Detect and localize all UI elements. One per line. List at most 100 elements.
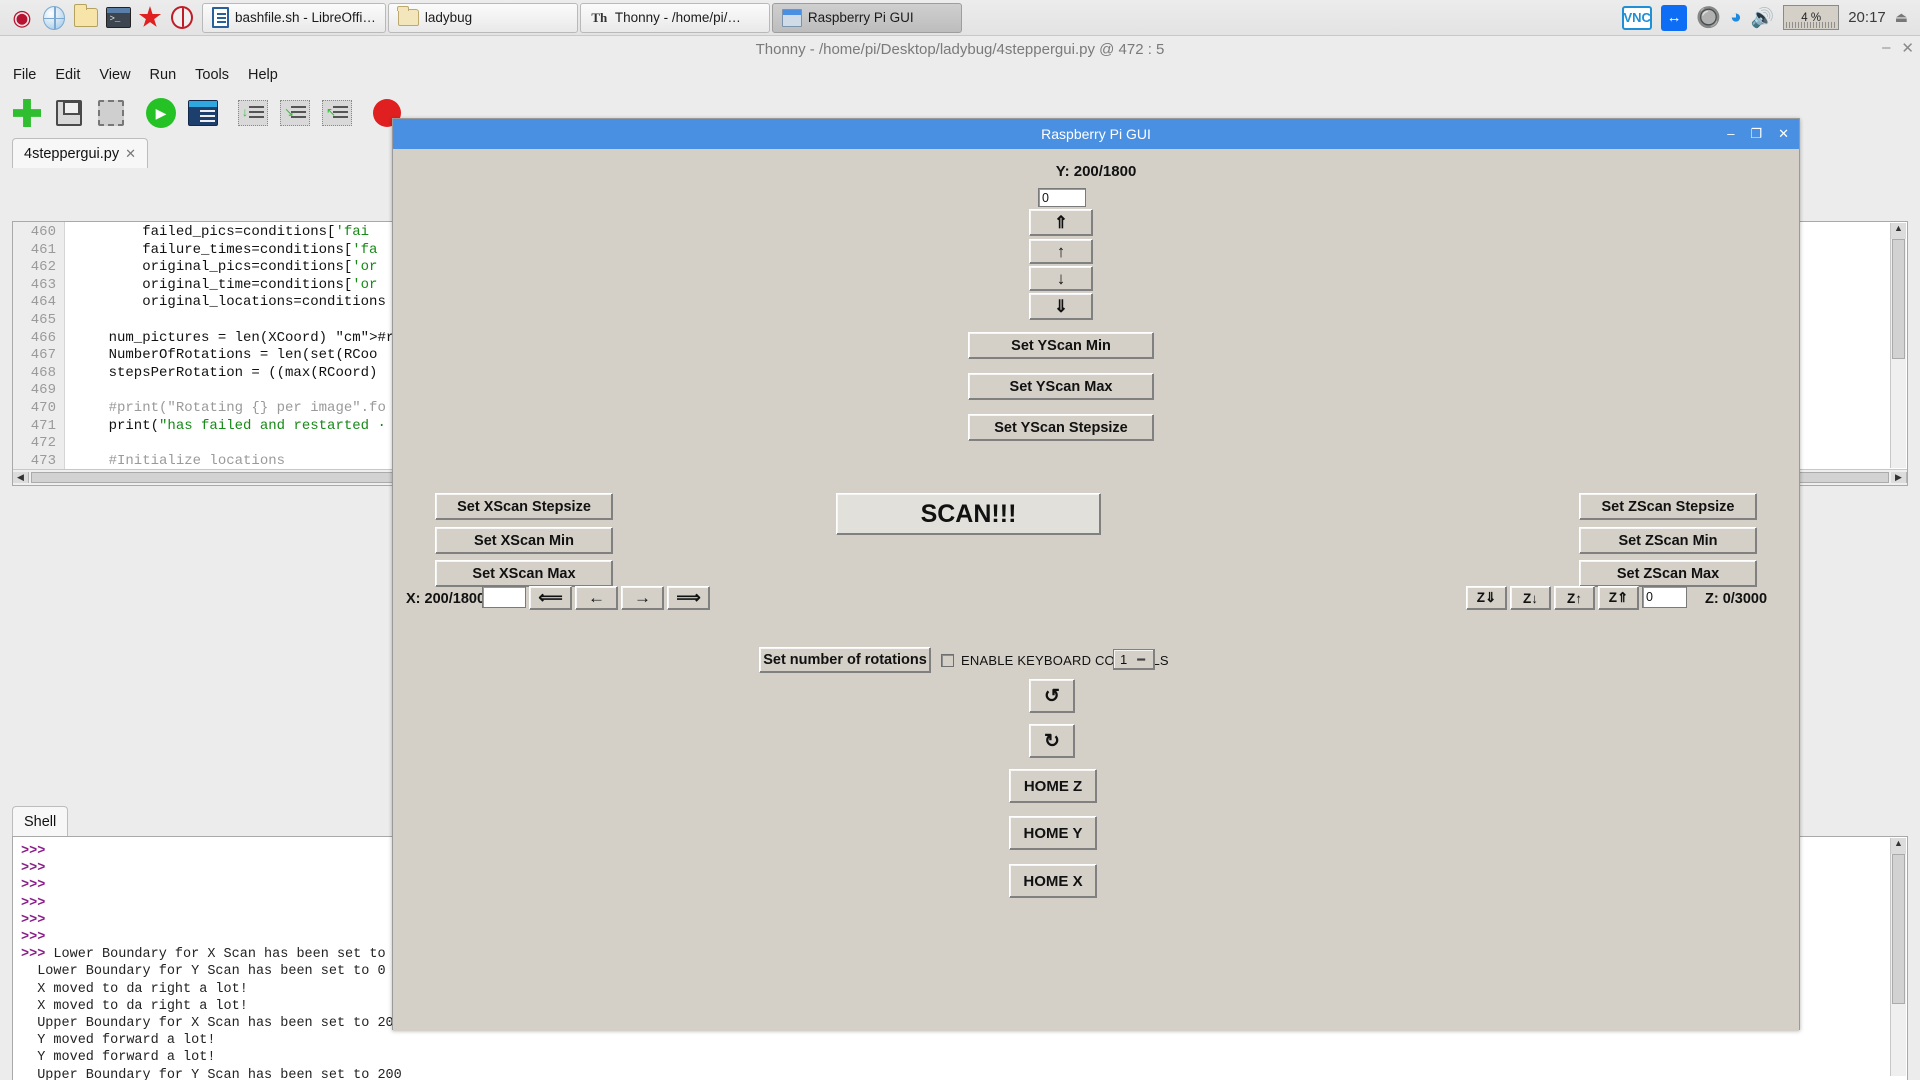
wifi-icon[interactable]: ◕ [1730, 7, 1741, 29]
minimize-button[interactable]: – [1882, 39, 1890, 57]
x-left-fast-button: ⟸ [529, 586, 572, 610]
web-browser-icon[interactable] [40, 4, 68, 32]
wolfram-icon[interactable] [168, 4, 196, 32]
z-down-glyph: Z↓ [1523, 591, 1538, 606]
editor-tab-4steppergui[interactable]: 4steppergui.py ✕ [12, 138, 148, 168]
close-button[interactable]: ✕ [1901, 39, 1914, 57]
line-number-gutter: 4604614624634644654664674684694704714724… [13, 222, 65, 470]
close-icon[interactable]: ✕ [125, 146, 136, 162]
taskbar-window-ladybug[interactable]: ladybug [388, 3, 578, 33]
gui-title-bar[interactable]: Raspberry Pi GUI – ❐ ✕ [393, 119, 1799, 149]
gui-window-controls: – ❐ ✕ [1727, 126, 1789, 142]
line-number: 471 [13, 418, 56, 436]
menu-item-help[interactable]: Help [241, 65, 285, 85]
file-manager-icon[interactable] [72, 4, 100, 32]
taskbar: ◉ bashfile.sh - LibreOffi… ladybug Th Th… [0, 0, 1920, 36]
menu-item-tools[interactable]: Tools [188, 65, 236, 85]
raspberry-menu-icon[interactable]: ◉ [8, 4, 36, 32]
rotation-spinner: 1 ━ [1113, 649, 1155, 670]
line-number: 467 [13, 347, 56, 365]
screen: ◉ bashfile.sh - LibreOffi… ladybug Th Th… [0, 0, 1920, 1080]
home-y-button: HOME Y [1009, 816, 1097, 850]
line-number: 463 [13, 277, 56, 295]
y-down-glyph: ↓ [1057, 269, 1066, 289]
spinner-arrow-icon[interactable]: ━ [1137, 652, 1145, 668]
rotation-spinner-value[interactable]: 1 [1120, 652, 1127, 667]
thonny-title-bar: Thonny - /home/pi/Desktop/ladybug/4stepp… [0, 36, 1920, 62]
gui-window-title: Raspberry Pi GUI [1041, 126, 1151, 142]
set-zscan-min-label: Set ZScan Min [1618, 533, 1717, 549]
shell-line: Upper Boundary for Y Scan has been set t… [21, 1067, 1907, 1080]
bluetooth-icon[interactable]: 🔘 [1696, 5, 1721, 30]
teamviewer-icon[interactable]: ↔ [1661, 5, 1687, 31]
taskbar-window-libreoffice[interactable]: bashfile.sh - LibreOffi… [202, 3, 386, 33]
z-position-value: Z: 0/3000 [1705, 591, 1767, 607]
menu-bar: File Edit View Run Tools Help [0, 62, 1920, 88]
vnc-icon[interactable]: VNC [1622, 6, 1652, 30]
save-icon[interactable] [52, 96, 86, 130]
menu-item-edit[interactable]: Edit [48, 65, 87, 85]
new-file-icon[interactable] [10, 96, 44, 130]
clock[interactable]: 20:17 [1848, 9, 1886, 26]
home-z-button: HOME Z [1009, 769, 1097, 803]
editor-vertical-scrollbar[interactable]: ▲ [1890, 223, 1906, 468]
window-controls: – ✕ [1882, 39, 1914, 57]
menu-item-file[interactable]: File [6, 65, 43, 85]
gui-body: Y: 200/1800 0 ⇑ ↑ ↓ ⇓ Set YScan Min Set … [393, 149, 1799, 1031]
scroll-thumb[interactable] [1892, 239, 1905, 359]
terminal-icon[interactable] [104, 4, 132, 32]
window-icon [782, 9, 802, 27]
taskbar-window-label: bashfile.sh - LibreOffi… [235, 10, 376, 25]
set-zscan-stepsize-button: Set ZScan Stepsize [1579, 493, 1757, 520]
step-over-icon[interactable]: ↓ [236, 96, 270, 130]
set-zscan-max-button: Set ZScan Max [1579, 560, 1757, 587]
volume-icon[interactable]: 🔊 [1751, 6, 1775, 30]
tab-shell[interactable]: Shell [12, 806, 68, 836]
taskbar-window-thonny[interactable]: Th Thonny - /home/pi/… [580, 3, 770, 33]
menu-item-view[interactable]: View [92, 65, 137, 85]
line-number: 466 [13, 330, 56, 348]
set-yscan-min-label: Set YScan Min [1011, 338, 1111, 354]
scroll-thumb[interactable] [1892, 854, 1905, 1004]
mathematica-icon[interactable] [136, 4, 164, 32]
enable-keyboard-controls-checkbox[interactable] [941, 654, 954, 667]
eject-icon[interactable]: ⏏ [1895, 9, 1908, 26]
scan-button-label: SCAN!!! [921, 500, 1017, 529]
scroll-right-arrow[interactable]: ▶ [1891, 472, 1907, 483]
home-x-label: HOME X [1023, 873, 1082, 890]
close-button[interactable]: ✕ [1778, 126, 1789, 142]
debug-icon[interactable] [186, 96, 220, 130]
menu-item-run[interactable]: Run [143, 65, 184, 85]
taskbar-window-raspberry-pi-gui[interactable]: Raspberry Pi GUI [772, 3, 962, 33]
shell-tab-bar: Shell [12, 806, 68, 836]
cpu-monitor[interactable]: 4 % [1783, 5, 1839, 30]
rotate-ccw-icon: ↺ [1044, 685, 1060, 708]
y-up-fast-button: ⇑ [1029, 209, 1093, 236]
set-zscan-stepsize-label: Set ZScan Stepsize [1602, 499, 1735, 515]
line-number: 470 [13, 400, 56, 418]
raspberry-pi-gui-window: Raspberry Pi GUI – ❐ ✕ Y: 200/1800 0 ⇑ ↑… [392, 118, 1800, 1030]
y-step-input: 0 [1038, 188, 1086, 207]
maximize-button[interactable]: ❐ [1750, 126, 1762, 142]
editor-tab-label: 4steppergui.py [24, 146, 119, 162]
line-number: 460 [13, 224, 56, 242]
step-into-icon[interactable]: ↘ [278, 96, 312, 130]
scroll-left-arrow[interactable]: ◀ [13, 472, 29, 483]
run-icon[interactable]: ▶ [144, 96, 178, 130]
taskbar-window-label: ladybug [425, 10, 472, 25]
load-icon[interactable] [94, 96, 128, 130]
x-left-glyph: ← [588, 588, 605, 608]
y-up-glyph: ↑ [1057, 242, 1066, 262]
minimize-button[interactable]: – [1727, 126, 1734, 142]
y-down-button: ↓ [1029, 266, 1093, 291]
home-z-label: HOME Z [1024, 778, 1082, 795]
z-down-fast-glyph: Z⇓ [1477, 590, 1497, 606]
scroll-up-arrow[interactable]: ▲ [1891, 838, 1906, 854]
step-out-icon[interactable]: ↖ [320, 96, 354, 130]
y-down-fast-button: ⇓ [1029, 293, 1093, 320]
shell-tab-label: Shell [24, 814, 56, 830]
shell-vertical-scrollbar[interactable]: ▲ [1890, 838, 1906, 1076]
scroll-up-arrow[interactable]: ▲ [1891, 223, 1906, 239]
shell-line: Y moved forward a lot! [21, 1032, 1907, 1049]
y-up-fast-glyph: ⇑ [1054, 213, 1068, 233]
